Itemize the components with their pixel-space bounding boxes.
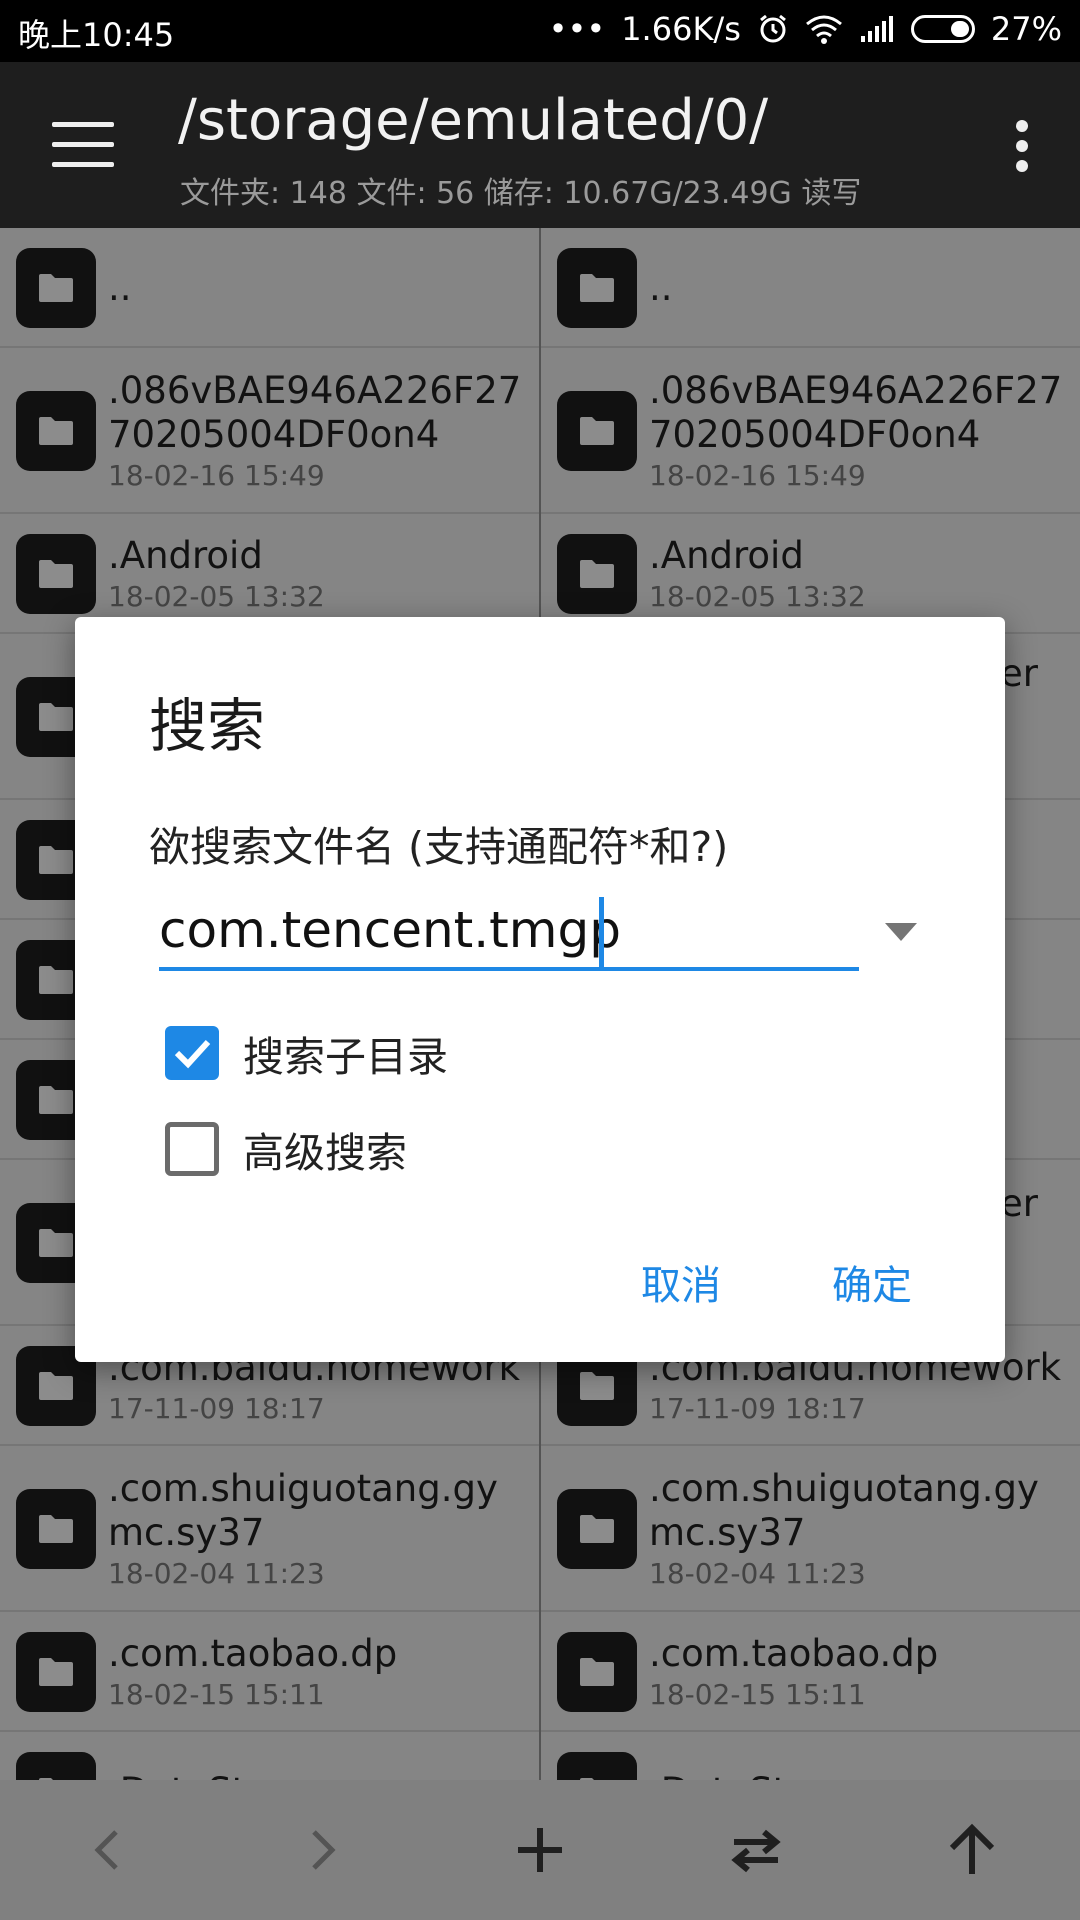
status-right: ••• 1.66K/s 27% [549, 10, 1062, 48]
wifi-icon [805, 15, 842, 44]
battery-icon [910, 15, 975, 43]
subdirs-checkbox[interactable] [165, 1026, 219, 1080]
search-dialog: 搜索 欲搜索文件名 (支持通配符*和?) 搜索子目录 高级搜索 取消 确定 [75, 617, 1005, 1362]
more-vert-icon[interactable] [1016, 120, 1030, 180]
status-bar: 晚上10:45 ••• 1.66K/s 27% [0, 0, 1080, 62]
signal-icon [860, 16, 893, 42]
subdirs-label: 搜索子目录 [243, 1033, 448, 1081]
hamburger-icon[interactable] [52, 122, 114, 168]
advanced-label: 高级搜索 [243, 1129, 407, 1177]
checkmark-icon [174, 1039, 211, 1069]
cancel-button[interactable]: 取消 [641, 1253, 721, 1311]
battery-percent: 27% [990, 10, 1062, 48]
network-speed: 1.66K/s [621, 10, 741, 48]
search-label: 欲搜索文件名 (支持通配符*和?) [149, 823, 729, 871]
storage-info: 文件夹: 148 文件: 56 储存: 10.67G/23.49G 读写 [180, 176, 862, 211]
advanced-checkbox[interactable] [165, 1122, 219, 1176]
status-time: 晚上10:45 [18, 16, 175, 54]
current-path: /storage/emulated/0/ [178, 88, 769, 153]
app-toolbar: /storage/emulated/0/ 文件夹: 148 文件: 56 储存:… [0, 62, 1080, 228]
alarm-icon [759, 14, 786, 43]
confirm-button[interactable]: 确定 [832, 1253, 912, 1311]
search-input[interactable] [159, 897, 859, 971]
subdirs-option[interactable]: 搜索子目录 [165, 1023, 448, 1083]
dialog-title: 搜索 [149, 692, 266, 760]
advanced-option[interactable]: 高级搜索 [165, 1119, 407, 1179]
text-cursor [599, 897, 604, 969]
notification-dots: ••• [548, 10, 606, 48]
history-dropdown-icon[interactable] [885, 923, 917, 941]
